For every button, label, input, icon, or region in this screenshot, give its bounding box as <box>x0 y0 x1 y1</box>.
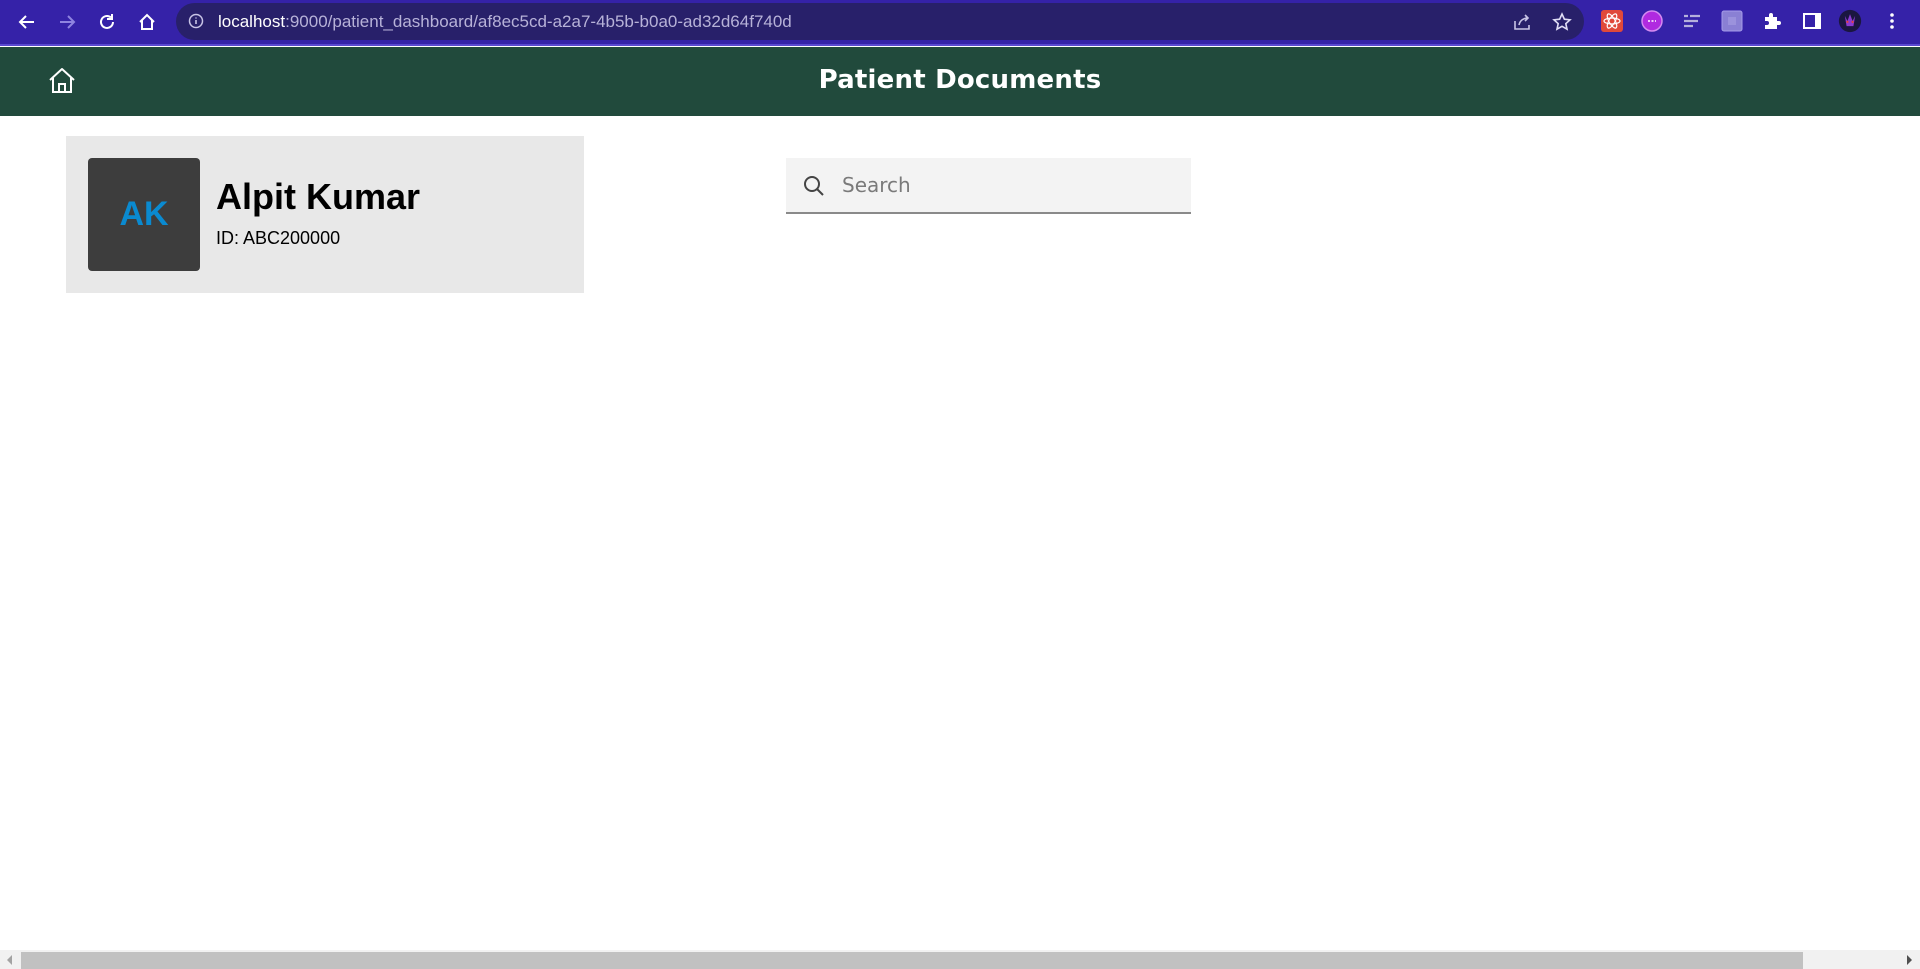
browser-home-button[interactable] <box>133 8 161 36</box>
profile-avatar-icon[interactable] <box>1838 9 1862 33</box>
puzzle-icon[interactable] <box>1760 9 1784 33</box>
back-button[interactable] <box>13 8 41 36</box>
react-devtools-icon[interactable] <box>1600 9 1624 33</box>
patient-card: AK Alpit Kumar ID: ABC200000 <box>66 136 584 293</box>
app-header: Patient Documents <box>0 47 1920 116</box>
url-text[interactable]: localhost:9000/patient_dashboard/af8ec5c… <box>218 12 792 32</box>
scroll-left-arrow-icon[interactable] <box>5 954 15 966</box>
search-icon <box>802 174 826 198</box>
share-icon[interactable] <box>1511 11 1533 33</box>
horizontal-scrollbar[interactable] <box>0 950 1920 969</box>
menu-dots-icon[interactable] <box>1880 9 1904 33</box>
scrollbar-thumb[interactable] <box>21 952 1803 969</box>
extension-list-icon[interactable] <box>1680 9 1704 33</box>
sidepanel-icon[interactable] <box>1800 9 1824 33</box>
extension-box-icon[interactable] <box>1720 9 1744 33</box>
patient-name: Alpit Kumar <box>216 176 420 218</box>
arrow-left-icon <box>17 12 37 32</box>
reload-icon <box>97 12 117 32</box>
search-box <box>786 158 1191 214</box>
address-bar[interactable]: localhost:9000/patient_dashboard/af8ec5c… <box>176 3 1584 40</box>
scroll-right-arrow-icon[interactable] <box>1904 954 1914 966</box>
extension-purple-icon[interactable] <box>1640 9 1664 33</box>
forward-button[interactable] <box>53 8 81 36</box>
site-info-icon[interactable] <box>188 13 204 29</box>
patient-id: ID: ABC200000 <box>216 228 340 249</box>
star-icon[interactable] <box>1551 11 1573 33</box>
browser-toolbar: localhost:9000/patient_dashboard/af8ec5c… <box>0 0 1920 46</box>
avatar: AK <box>88 158 200 271</box>
url-path: :9000/patient_dashboard/af8ec5cd-a2a7-4b… <box>285 12 792 31</box>
arrow-right-icon <box>57 12 77 32</box>
page-title: Patient Documents <box>0 65 1920 95</box>
reload-button[interactable] <box>93 8 121 36</box>
search-input[interactable] <box>842 158 1182 212</box>
url-host: localhost <box>218 12 285 31</box>
home-icon <box>137 12 157 32</box>
